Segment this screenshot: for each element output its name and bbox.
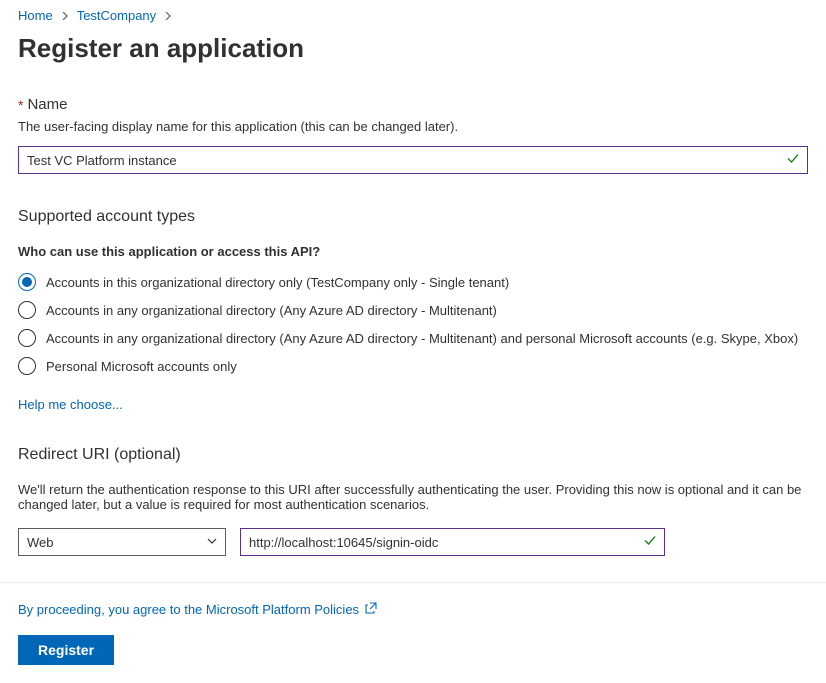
radio-label: Accounts in any organizational directory… — [46, 331, 798, 346]
radio-icon — [18, 301, 36, 319]
required-indicator: * — [18, 97, 23, 113]
account-types-section: Supported account types Who can use this… — [18, 208, 808, 412]
platform-policies-link[interactable]: By proceeding, you agree to the Microsof… — [18, 602, 377, 617]
radio-label: Accounts in any organizational directory… — [46, 303, 497, 318]
account-types-sublabel: Who can use this application or access t… — [18, 244, 808, 259]
name-section: * Name The user-facing display name for … — [18, 96, 808, 174]
radio-multitenant[interactable]: Accounts in any organizational directory… — [18, 301, 808, 319]
breadcrumb: Home TestCompany — [18, 8, 808, 23]
redirect-uri-section: Redirect URI (optional) We'll return the… — [18, 446, 808, 556]
redirect-uri-description: We'll return the authentication response… — [18, 482, 808, 512]
policy-link-text: By proceeding, you agree to the Microsof… — [18, 602, 359, 617]
register-button[interactable]: Register — [18, 635, 114, 665]
radio-label: Accounts in this organizational director… — [46, 275, 509, 290]
radio-icon — [18, 329, 36, 347]
breadcrumb-home[interactable]: Home — [18, 8, 53, 23]
chevron-right-icon — [164, 9, 172, 23]
account-types-heading: Supported account types — [18, 208, 808, 226]
platform-select-value: Web — [27, 535, 54, 550]
platform-select[interactable]: Web — [18, 528, 226, 556]
name-input[interactable] — [18, 146, 808, 174]
radio-multitenant-personal[interactable]: Accounts in any organizational directory… — [18, 329, 808, 347]
redirect-uri-input[interactable] — [240, 528, 665, 556]
redirect-uri-heading: Redirect URI (optional) — [18, 446, 808, 464]
page-title: Register an application — [18, 33, 808, 64]
radio-label: Personal Microsoft accounts only — [46, 359, 237, 374]
radio-single-tenant[interactable]: Accounts in this organizational director… — [18, 273, 808, 291]
divider — [0, 582, 826, 583]
chevron-right-icon — [61, 9, 69, 23]
radio-personal-only[interactable]: Personal Microsoft accounts only — [18, 357, 808, 375]
name-label: Name — [27, 96, 67, 113]
help-me-choose-link[interactable]: Help me choose... — [18, 397, 123, 412]
external-link-icon — [365, 602, 377, 617]
radio-icon — [18, 357, 36, 375]
name-description: The user-facing display name for this ap… — [18, 119, 808, 134]
breadcrumb-company[interactable]: TestCompany — [77, 8, 156, 23]
radio-icon — [18, 273, 36, 291]
